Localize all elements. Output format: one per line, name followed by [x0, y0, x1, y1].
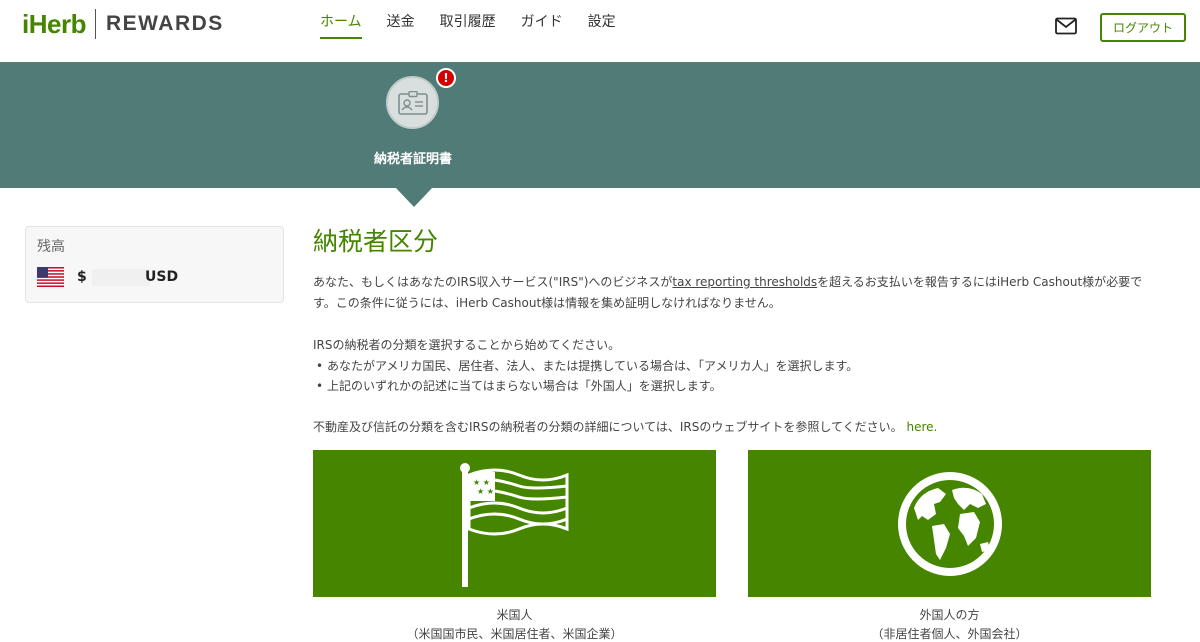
iherb-rewards-logo[interactable]: iHerb REWARDS: [22, 8, 224, 40]
logo-iherb-text: iHerb: [22, 8, 86, 39]
us-person-title: 米国人: [496, 608, 533, 622]
foreign-person-option[interactable]: [748, 450, 1151, 597]
nav-item-home[interactable]: ホーム: [320, 12, 362, 39]
balance-amount-redacted: [92, 269, 150, 286]
nav-item-transfer[interactable]: 送金: [387, 12, 415, 39]
nav-item-history[interactable]: 取引履歴: [440, 12, 496, 39]
foreign-person-title: 外国人の方: [919, 608, 980, 622]
irs-website-link[interactable]: here.: [907, 420, 938, 434]
logo-rewards-text: REWARDS: [105, 12, 224, 35]
details-text: 不動産及び信託の分類を含むIRSの納税者の分類の詳細については、IRSのウェブサ…: [313, 420, 903, 434]
progress-banner: [0, 62, 1200, 188]
svg-text:★ ★: ★ ★: [477, 487, 494, 496]
foreign-person-subtitle: （非居住者個人、外国会社）: [871, 627, 1028, 641]
intro-paragraph: あなた、もしくはあなたのIRS収入サービス("IRS")へのビジネスがtax r…: [313, 272, 1163, 314]
top-header: iHerb REWARDS ホーム 送金 取引履歴 ガイド 設定 ログアウト: [0, 0, 1200, 62]
intro-text-before-link: あなた、もしくはあなたのIRS収入サービス("IRS")へのビジネスが: [313, 275, 673, 289]
step-taxpayer-certificate[interactable]: [386, 76, 439, 129]
nav-item-settings[interactable]: 設定: [588, 12, 616, 39]
classification-bullets: あなたがアメリカ国民、居住者、法人、または提携している場合は、「アメリカ人」を選…: [313, 356, 1163, 396]
us-person-option[interactable]: ★ ★ ★ ★: [313, 450, 716, 597]
tax-thresholds-link[interactable]: tax reporting thresholds: [672, 275, 817, 289]
us-flag-icon: [37, 267, 64, 287]
logo-divider: [94, 9, 96, 39]
start-instruction: IRSの納税者の分類を選択することから始めてください。: [313, 338, 621, 352]
list-item: あなたがアメリカ国民、居住者、法人、または提携している場合は、「アメリカ人」を選…: [313, 356, 1163, 376]
main-content: 納税者区分 あなた、もしくはあなたのIRS収入サービス("IRS")へのビジネス…: [313, 222, 1163, 438]
logout-button[interactable]: ログアウト: [1100, 13, 1186, 42]
list-item: 上記のいずれかの記述に当てはまらない場合は「外国人」を選択します。: [313, 376, 1163, 396]
banner-pointer-arrow: [395, 187, 433, 207]
details-paragraph: 不動産及び信託の分類を含むIRSの納税者の分類の詳細については、IRSのウェブサ…: [313, 417, 1163, 438]
us-person-caption: 米国人 （米国国市民、米国居住者、米国企業）: [313, 606, 716, 642]
step-label: 納税者証明書: [373, 152, 452, 167]
balance-card: 残高 $ USD: [25, 226, 284, 303]
us-person-subtitle: （米国国市民、米国居住者、米国企業）: [406, 627, 623, 641]
balance-title: 残高: [37, 239, 65, 255]
svg-text:★ ★: ★ ★: [473, 478, 490, 487]
foreign-person-caption: 外国人の方 （非居住者個人、外国会社）: [748, 606, 1151, 642]
main-nav: ホーム 送金 取引履歴 ガイド 設定: [320, 12, 641, 39]
globe-icon: [897, 471, 1002, 576]
page-title: 納税者区分: [313, 227, 439, 256]
us-flag-icon: ★ ★ ★ ★: [459, 462, 568, 587]
balance-dollar-sign: $: [77, 269, 87, 285]
id-card-icon: [397, 90, 428, 115]
nav-item-guide[interactable]: ガイド: [521, 12, 563, 39]
balance-currency: USD: [145, 269, 179, 285]
envelope-icon[interactable]: [1055, 17, 1077, 35]
alert-badge: !: [436, 68, 456, 88]
